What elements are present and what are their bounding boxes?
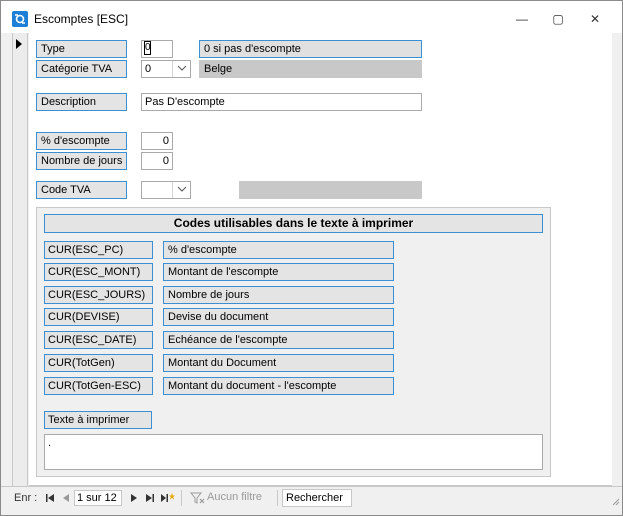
minimize-icon: — <box>516 12 528 26</box>
categorie-tva-value: 0 <box>145 63 152 75</box>
first-record-icon <box>46 494 54 502</box>
code-row-desc: Montant du Document <box>163 354 394 372</box>
code-row-code: CUR(ESC_PC) <box>44 241 153 259</box>
restore-icon: ▢ <box>552 12 564 26</box>
code-row-desc: Nombre de jours <box>163 286 394 304</box>
categorie-tva-name: Belge <box>199 60 422 78</box>
previous-record-button[interactable] <box>60 491 72 505</box>
first-record-button[interactable] <box>44 491 56 505</box>
type-label: Type <box>36 40 127 58</box>
code-row-desc: Echéance de l'escompte <box>163 331 394 349</box>
nav-separator <box>181 490 182 506</box>
next-record-button[interactable] <box>128 491 140 505</box>
code-row-code: CUR(DEVISE) <box>44 308 153 326</box>
nombre-jours-label: Nombre de jours <box>36 152 127 170</box>
code-row-code: CUR(ESC_JOURS) <box>44 286 153 304</box>
code-row-code: CUR(TotGen) <box>44 354 153 372</box>
last-record-button[interactable] <box>144 491 156 505</box>
code-tva-label: Code TVA <box>36 181 127 199</box>
window-title: Escomptes [ESC] <box>34 12 129 26</box>
code-row-code: CUR(ESC_MONT) <box>44 263 153 281</box>
last-record-icon <box>146 494 154 502</box>
categorie-tva-label: Catégorie TVA <box>36 60 127 78</box>
nombre-jours-input[interactable]: 0 <box>141 152 173 170</box>
chevron-down-icon <box>177 186 186 192</box>
no-filter-icon <box>189 492 205 504</box>
texte-imprimer-input[interactable]: . <box>44 434 543 470</box>
record-label: Enr : <box>14 492 38 504</box>
chevron-down-icon <box>177 65 186 71</box>
code-row-code: CUR(TotGen-ESC) <box>44 377 153 395</box>
code-row-desc: Montant du document - l'escompte <box>163 377 394 395</box>
type-hint: 0 si pas d'escompte <box>199 40 422 58</box>
close-button[interactable]: ✕ <box>582 9 608 29</box>
app-icon <box>12 11 28 27</box>
texte-imprimer-label: Texte à imprimer <box>44 411 152 429</box>
code-row-code: CUR(ESC_DATE) <box>44 331 153 349</box>
no-filter-label[interactable]: Aucun filtre <box>207 491 262 503</box>
new-record-button[interactable] <box>160 491 176 505</box>
nav-separator <box>277 490 278 506</box>
categorie-tva-dropdown-button[interactable] <box>172 61 190 77</box>
description-label: Description <box>36 93 127 111</box>
code-row-desc: Montant de l'escompte <box>163 263 394 281</box>
description-input[interactable]: Pas D'escompte <box>141 93 422 111</box>
pct-escompte-input[interactable]: 0 <box>141 132 173 150</box>
current-record-arrow-icon <box>16 39 22 49</box>
minimize-button[interactable]: — <box>509 9 535 29</box>
search-input[interactable]: Rechercher <box>282 489 352 507</box>
code-row-desc: Devise du document <box>163 308 394 326</box>
restore-button[interactable]: ▢ <box>545 9 571 29</box>
code-tva-dropdown-button[interactable] <box>172 182 190 198</box>
record-selector[interactable] <box>12 33 28 486</box>
codes-header: Codes utilisables dans le texte à imprim… <box>44 214 543 233</box>
code-tva-name <box>239 181 422 199</box>
filter-button[interactable] <box>189 491 205 505</box>
resize-grip-icon[interactable] <box>612 498 620 506</box>
close-icon: ✕ <box>589 12 601 26</box>
new-record-icon <box>161 493 175 502</box>
code-row-desc: % d'escompte <box>163 241 394 259</box>
pct-escompte-label: % d'escompte <box>36 132 127 150</box>
type-input-value: 0 <box>144 41 151 55</box>
title-bar: Escomptes [ESC] — ▢ ✕ <box>1 1 622 33</box>
record-position-input[interactable]: 1 sur 12 <box>74 490 122 506</box>
previous-record-icon <box>63 494 69 502</box>
next-record-icon <box>131 494 137 502</box>
record-navigation-bar: Enr : 1 sur 12 Aucun filtre Rechercher <box>1 486 622 508</box>
